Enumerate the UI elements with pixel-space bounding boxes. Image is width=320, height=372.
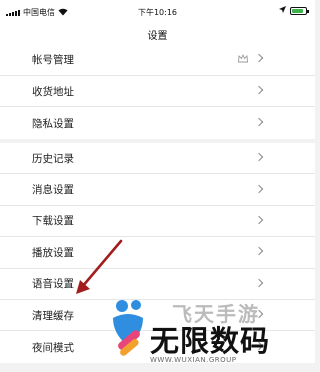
- status-time: 下午10:16: [137, 8, 178, 17]
- chevron-right-icon: [254, 247, 264, 256]
- chevron-right-icon: [254, 215, 264, 225]
- row-label: 隐私设置: [32, 117, 74, 130]
- settings-row-history[interactable]: 历史记录: [0, 143, 315, 175]
- row-label: 帐号管理: [32, 53, 74, 66]
- settings-row-address[interactable]: 收货地址: [0, 76, 315, 108]
- status-bar: 中国电信 下午10:16: [0, 0, 315, 22]
- chevron-right-icon: [254, 278, 264, 287]
- settings-row-privacy[interactable]: 隐私设置: [0, 107, 315, 139]
- chevron-right-icon: [254, 85, 264, 95]
- location-icon: [279, 6, 286, 15]
- crown-icon: [238, 54, 248, 66]
- settings-row-voice[interactable]: 语音设置: [0, 269, 315, 300]
- row-label: 夜间模式: [32, 341, 74, 354]
- settings-group-general: 历史记录 消息设置 下载设置 播放设置 语音设置 清理缓存 夜间模式: [0, 143, 315, 363]
- row-label: 播放设置: [32, 246, 74, 259]
- page-title: 设置: [147, 31, 168, 42]
- row-label: 历史记录: [32, 152, 74, 165]
- settings-row-playback[interactable]: 播放设置: [0, 237, 315, 269]
- nav-bar: 设置: [0, 22, 315, 44]
- settings-row-night-mode[interactable]: 夜间模式: [0, 331, 315, 362]
- settings-row-account[interactable]: 帐号管理: [0, 44, 315, 76]
- settings-row-messages[interactable]: 消息设置: [0, 174, 315, 206]
- row-label: 下载设置: [32, 215, 74, 228]
- chevron-right-icon: [254, 184, 264, 193]
- row-label: 清理缓存: [32, 309, 74, 322]
- chevron-right-icon: [254, 54, 264, 63]
- chevron-right-icon: [254, 341, 264, 351]
- settings-row-download[interactable]: 下载设置: [0, 206, 315, 238]
- chevron-right-icon: [254, 117, 264, 127]
- status-right: [279, 6, 309, 15]
- row-label: 语音设置: [32, 278, 74, 291]
- battery-icon: [290, 6, 309, 15]
- chevron-right-icon: [254, 152, 264, 162]
- settings-group-account: 帐号管理 收货地址 隐私设置: [0, 44, 315, 140]
- settings-row-cache[interactable]: 清理缓存: [0, 300, 315, 332]
- chevron-right-icon: [254, 309, 264, 319]
- row-label: 消息设置: [32, 184, 74, 197]
- row-label: 收货地址: [32, 85, 74, 98]
